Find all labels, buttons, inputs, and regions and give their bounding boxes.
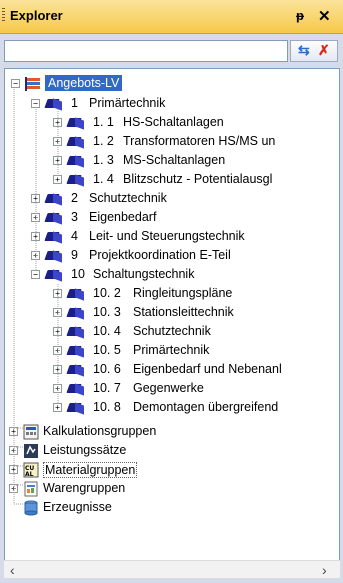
- sync-icon[interactable]: ⇆: [298, 42, 310, 59]
- explorer-panel: Explorer ᵽ ✕ ⇆ ✗ − Angebots-LV − 1 Primä…: [0, 0, 343, 583]
- tree-lines: [13, 89, 59, 505]
- clear-filter-icon[interactable]: ✗: [318, 42, 330, 59]
- title-bar[interactable]: Explorer ᵽ ✕: [0, 0, 343, 34]
- horizontal-scrollbar[interactable]: ‹ ›: [4, 560, 340, 578]
- scroll-right-icon[interactable]: ›: [322, 562, 327, 578]
- window-title: Explorer: [10, 8, 63, 23]
- close-icon[interactable]: ✕: [318, 7, 331, 25]
- pin-icon[interactable]: ᵽ: [296, 8, 304, 23]
- drag-grip-icon[interactable]: [2, 8, 5, 22]
- search-input[interactable]: [4, 40, 288, 62]
- scroll-left-icon[interactable]: ‹: [10, 562, 15, 578]
- tree-view[interactable]: − Angebots-LV − 1 Primärtechnik + 1. 1 H…: [4, 68, 340, 578]
- search-bar: ⇆ ✗: [0, 34, 343, 68]
